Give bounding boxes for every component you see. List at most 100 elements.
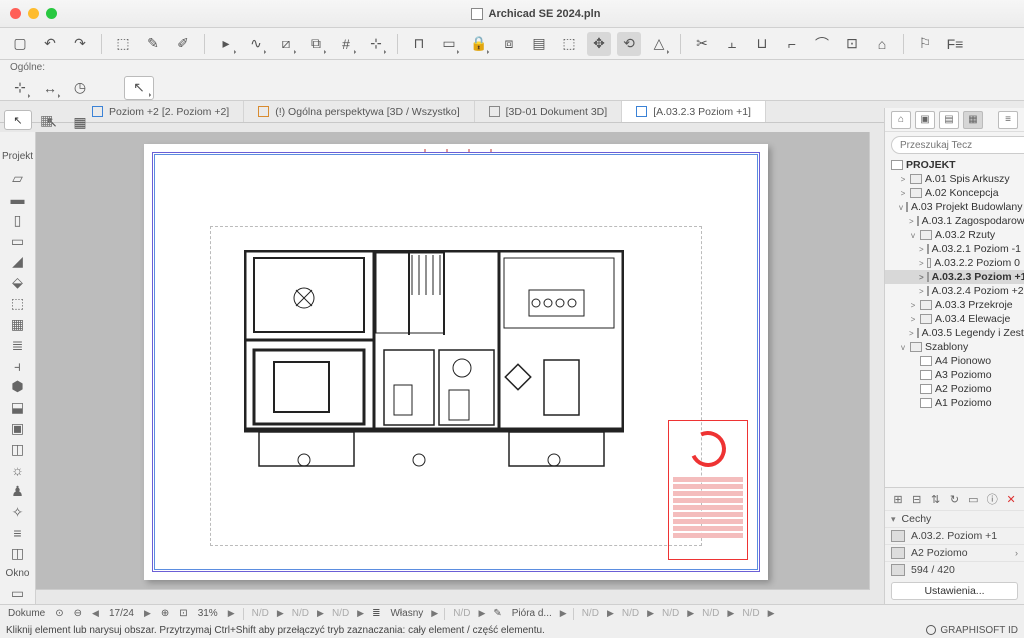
window-icon[interactable]: ▭ xyxy=(5,584,31,603)
sb-wlasny[interactable]: Własny xyxy=(388,608,425,619)
warning-icon[interactable]: △ xyxy=(647,32,671,56)
tree-row[interactable]: vSzablony xyxy=(885,340,1024,354)
search-input[interactable] xyxy=(891,136,1024,154)
new-layout-icon[interactable]: ⊞ xyxy=(891,491,905,507)
nav-menu-icon[interactable]: ≡ xyxy=(998,111,1018,129)
tree-row[interactable]: >A.02 Koncepcja xyxy=(885,186,1024,200)
slab-tool-icon[interactable]: ▬ xyxy=(5,190,31,209)
tree-row[interactable]: vA.03 Projekt Budowlany xyxy=(885,200,1024,214)
tree-row[interactable]: A1 Poziomo xyxy=(885,396,1024,410)
new-doc-icon[interactable]: ▢ xyxy=(8,32,32,56)
move-icon[interactable]: ✥ xyxy=(587,32,611,56)
arrow-selector[interactable]: ↖ xyxy=(4,110,32,130)
lock-icon[interactable]: 🔒 xyxy=(467,32,491,56)
pick-icon[interactable]: ⬚ xyxy=(111,32,135,56)
door-icon[interactable]: ◫ xyxy=(5,544,31,563)
tree-row[interactable]: >A.03.4 Elewacje xyxy=(885,312,1024,326)
tree-row[interactable]: A2 Poziomo xyxy=(885,382,1024,396)
tree-row[interactable]: >A.03.1 Zagospodarowani xyxy=(885,214,1024,228)
zone-tool-icon[interactable]: ▣ xyxy=(5,419,31,438)
props-template[interactable]: A2 Poziomo › xyxy=(885,544,1024,561)
delete-icon[interactable]: ✕ xyxy=(1004,491,1018,507)
section-tool-icon[interactable]: ≡ xyxy=(5,523,31,542)
select-icon[interactable]: ▭ xyxy=(966,491,980,507)
line-tool-icon[interactable]: ∿ xyxy=(244,32,268,56)
distribute-icon[interactable]: ⊔ xyxy=(750,32,774,56)
align-icon[interactable]: ⫠ xyxy=(720,32,744,56)
next-icon[interactable]: ▶ xyxy=(142,608,153,619)
graphisoft-id[interactable]: GRAPHISOFT ID xyxy=(926,625,1018,636)
door-tool-icon[interactable]: ⌂ xyxy=(870,32,894,56)
eyedropper-icon[interactable]: ✎ xyxy=(141,32,165,56)
tree-root[interactable]: PROJEKT xyxy=(885,158,1024,172)
stairs-icon[interactable]: ▤ xyxy=(527,32,551,56)
tree-row[interactable]: >A.03.5 Legendy i Zestaw xyxy=(885,326,1024,340)
curtain-wall-icon[interactable]: ▦ xyxy=(5,315,31,334)
tree-row[interactable]: A4 Pionowo xyxy=(885,354,1024,368)
nav-layout-icon[interactable]: ▤ xyxy=(939,111,959,129)
morph-tool-icon[interactable]: ⬢ xyxy=(5,378,31,397)
history-icon[interactable]: ◷ xyxy=(68,76,92,100)
undo-icon[interactable]: ↶ xyxy=(38,32,62,56)
tab-3d-dokument[interactable]: [3D-01 Dokument 3D] xyxy=(475,101,623,122)
text-format-icon[interactable]: F≡ xyxy=(943,32,967,56)
shell-tool-icon[interactable]: ⬙ xyxy=(5,273,31,292)
marquee-icon[interactable]: ⬚ xyxy=(557,32,581,56)
zoom-fit-icon[interactable]: ⊡ xyxy=(177,608,189,619)
close-icon[interactable] xyxy=(10,8,21,19)
tree-row[interactable]: >A.03.3 Przekroje xyxy=(885,298,1024,312)
nav-project-icon[interactable]: ⌂ xyxy=(891,111,911,129)
sb-dokume[interactable]: Dokume xyxy=(6,608,47,619)
prev-icon[interactable]: ◀ xyxy=(90,608,101,619)
tree-row[interactable]: >A.03.2.2 Poziom 0 xyxy=(885,256,1024,270)
cursor-select[interactable]: ↖ xyxy=(124,76,154,100)
snap-icon[interactable]: ⊹ xyxy=(364,32,388,56)
beam-tool-icon[interactable]: ▭ xyxy=(5,232,31,251)
roof-tool-icon[interactable]: ◢ xyxy=(5,253,31,272)
mesh-tool-icon[interactable]: ⬚ xyxy=(5,294,31,313)
lamp-tool-icon[interactable]: ☼ xyxy=(5,461,31,480)
drawing-canvas[interactable]: × xyxy=(36,132,884,604)
nav-view-icon[interactable]: ▣ xyxy=(915,111,935,129)
stair-tool-icon[interactable]: ≣ xyxy=(5,336,31,355)
tree-row[interactable]: >A.03.2.1 Poziom -1 xyxy=(885,242,1024,256)
maximize-icon[interactable] xyxy=(46,8,57,19)
redo-icon[interactable]: ↷ xyxy=(68,32,92,56)
tab-perspektywa[interactable]: (!) Ogólna perspektywa [3D / Wszystko] xyxy=(244,101,474,122)
zoom-value[interactable]: 31% xyxy=(196,608,220,619)
corner-icon[interactable]: ⌐ xyxy=(780,32,804,56)
window-tool-icon[interactable]: ⊡ xyxy=(840,32,864,56)
fillet-icon[interactable]: ⌒ xyxy=(810,32,834,56)
navigator-tree[interactable]: PROJEKT >A.01 Spis Arkuszy>A.02 Koncepcj… xyxy=(885,158,1024,487)
tree-row[interactable]: A3 Poziomo xyxy=(885,368,1024,382)
group-icon[interactable]: ⧈ xyxy=(497,32,521,56)
syringe-icon[interactable]: ✐ xyxy=(171,32,195,56)
tab-poziom2[interactable]: Poziom +2 [2. Poziom +2] xyxy=(78,101,244,122)
chair-tool-icon[interactable]: ♟ xyxy=(5,482,31,501)
grid-icon[interactable]: # xyxy=(334,32,358,56)
column-tool-icon[interactable]: ▯ xyxy=(5,211,31,230)
wall-tool-icon[interactable]: ▱ xyxy=(5,169,31,188)
railing-tool-icon[interactable]: ⫞ xyxy=(5,357,31,376)
nav-publisher-icon[interactable]: ▦ xyxy=(963,111,983,129)
update-icon[interactable]: ↻ xyxy=(948,491,962,507)
arrow-tool-icon[interactable]: ▸ xyxy=(214,32,238,56)
rect-icon[interactable]: ▭ xyxy=(437,32,461,56)
angle-icon[interactable]: ⧉ xyxy=(304,32,328,56)
magnet-icon[interactable]: ⊓ xyxy=(407,32,431,56)
coord-mode-icon[interactable]: ⊹ xyxy=(8,76,32,100)
props-header[interactable]: ▾Cechy xyxy=(885,510,1024,527)
new-master-icon[interactable]: ⊟ xyxy=(910,491,924,507)
bulb-tool-icon[interactable]: ✧ xyxy=(5,503,31,522)
cut-icon[interactable]: ✂ xyxy=(690,32,714,56)
settings-button[interactable]: Ustawienia... xyxy=(891,582,1018,600)
info-icon[interactable]: ⓘ xyxy=(985,491,999,507)
grid-small-icon[interactable]: ▦ xyxy=(68,110,92,134)
opening-tool-icon[interactable]: ◫ xyxy=(5,440,31,459)
tree-row[interactable]: >A.03.2.3 Poziom +1 xyxy=(885,270,1024,284)
link-icon[interactable]: ⇅ xyxy=(929,491,943,507)
layers-icon[interactable]: ≣ xyxy=(370,608,382,619)
zoom-in-icon[interactable]: ⊕ xyxy=(159,608,171,619)
sb-piora[interactable]: Pióra d... xyxy=(510,608,554,619)
minimize-icon[interactable] xyxy=(28,8,39,19)
